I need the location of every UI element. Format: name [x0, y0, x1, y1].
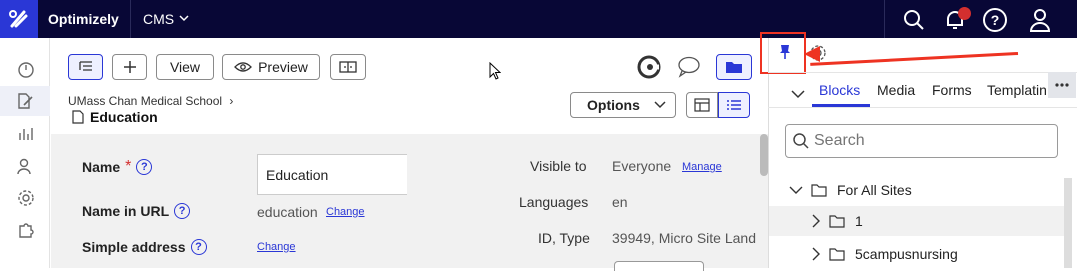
options-label: Options: [587, 97, 640, 113]
page-title-text: Education: [90, 109, 158, 125]
visible-to-value: Everyone: [612, 158, 672, 174]
edit-content-icon[interactable]: [0, 86, 50, 116]
tree-icon: [78, 61, 92, 71]
list-view-button[interactable]: [718, 92, 750, 118]
chevron-right-icon: ›: [229, 94, 234, 108]
optimizely-logo-icon[interactable]: [0, 0, 38, 38]
list-icon: [727, 100, 741, 110]
assets-pane-toggle-button[interactable]: [716, 54, 752, 80]
compare-icon: [339, 61, 357, 73]
folder-icon: [829, 247, 845, 261]
svg-text:?: ?: [991, 12, 1000, 28]
url-change-link[interactable]: Change: [326, 206, 365, 218]
dashboard-icon[interactable]: [16, 60, 36, 80]
active-tab-indicator: [812, 104, 870, 107]
partial-control[interactable]: [614, 261, 704, 271]
users-icon[interactable]: [16, 156, 36, 176]
plus-icon: [123, 61, 136, 73]
chevron-down-icon: [178, 11, 190, 27]
tree-item-label: 1: [855, 213, 863, 229]
options-dropdown[interactable]: Options: [570, 92, 676, 118]
tree-item-label: For All Sites: [837, 182, 912, 198]
settings-icon[interactable]: [16, 188, 36, 208]
folder-icon: [829, 214, 845, 228]
brand-name: Optimizely: [48, 11, 119, 27]
all-properties-view-button[interactable]: [686, 92, 718, 118]
required-marker: *: [125, 158, 132, 175]
left-navigation: [0, 38, 50, 268]
help-icon[interactable]: ?: [174, 203, 191, 219]
notification-badge: [958, 7, 971, 20]
tab-forms[interactable]: Forms: [932, 82, 972, 98]
folder-icon: [811, 183, 827, 197]
assets-search-input[interactable]: [814, 132, 1054, 150]
page-tree-toggle-button[interactable]: [68, 54, 103, 80]
url-label-text: Name in URL: [82, 203, 170, 219]
id-type-label: ID, Type: [538, 230, 590, 246]
form-scrollbar[interactable]: [760, 134, 768, 176]
layout-icon: [694, 98, 710, 112]
chevron-down-icon[interactable]: [789, 185, 803, 195]
tab-media[interactable]: Media: [877, 82, 915, 98]
folder-icon: [726, 62, 742, 73]
preview-button[interactable]: Preview: [222, 54, 320, 80]
simple-address-change-link[interactable]: Change: [257, 241, 296, 253]
help-icon[interactable]: ?: [136, 159, 153, 175]
tree-item-label: 5campusnursing: [855, 246, 958, 262]
url-value: education: [257, 204, 318, 220]
name-label: Name * ?: [82, 158, 153, 176]
languages-value: en: [612, 194, 628, 210]
collapse-chevron-icon[interactable]: [791, 86, 805, 104]
view-label: View: [169, 59, 201, 75]
preview-label: Preview: [258, 59, 308, 75]
page-icon: [72, 110, 84, 124]
simple-address-label: Simple address ?: [82, 239, 207, 255]
url-label: Name in URL ?: [82, 203, 191, 219]
chevron-right-icon[interactable]: [811, 214, 821, 228]
search-icon: [793, 133, 809, 149]
manage-access-link[interactable]: Manage: [682, 161, 722, 173]
tree-scrollbar[interactable]: [1064, 178, 1072, 268]
annotation-arrow-head: [804, 46, 820, 62]
languages-label: Languages: [519, 194, 589, 210]
tree-item[interactable]: 1: [769, 206, 1064, 236]
assets-search[interactable]: [785, 124, 1058, 158]
add-button[interactable]: [112, 54, 147, 80]
breadcrumb[interactable]: UMass Chan Medical School ›: [68, 94, 233, 108]
help-icon[interactable]: ?: [982, 7, 1008, 33]
breadcrumb-item[interactable]: UMass Chan Medical School: [68, 94, 222, 108]
tree-item[interactable]: For All Sites: [769, 175, 1064, 205]
tree-item[interactable]: 5campusnursing: [769, 239, 1064, 269]
product-switcher[interactable]: CMS: [143, 11, 190, 27]
divider: [884, 0, 885, 38]
annotation-highlight-box: [760, 32, 806, 74]
help-icon[interactable]: ?: [190, 239, 207, 255]
search-icon[interactable]: [901, 7, 927, 33]
user-icon[interactable]: [1027, 7, 1053, 33]
tab-blocks[interactable]: Blocks: [819, 82, 860, 98]
chevron-down-icon: [654, 101, 666, 109]
view-button[interactable]: View: [156, 54, 214, 80]
name-field[interactable]: Education: [257, 154, 407, 195]
more-options-button[interactable]: [1048, 72, 1076, 98]
simple-address-label-text: Simple address: [82, 239, 186, 255]
eye-icon: [234, 62, 253, 72]
addons-icon[interactable]: [16, 219, 36, 239]
chevron-right-icon[interactable]: [811, 247, 821, 261]
visible-to-label: Visible to: [530, 158, 587, 174]
mouse-cursor-icon: [489, 61, 502, 85]
compare-button[interactable]: [330, 54, 366, 80]
id-type-value: 39949, Micro Site Land: [612, 230, 756, 246]
analytics-icon[interactable]: [16, 123, 36, 143]
top-bar: Optimizely CMS ?: [0, 0, 1077, 38]
tab-templating[interactable]: Templating: [987, 82, 1047, 98]
ellipsis-icon: [1055, 83, 1069, 87]
page-title: Education: [72, 109, 158, 125]
comments-icon[interactable]: [677, 56, 701, 83]
product-label: CMS: [143, 11, 175, 27]
name-label-text: Name: [82, 159, 121, 175]
optimizely-graph-icon[interactable]: [637, 55, 661, 84]
divider: [130, 0, 131, 38]
